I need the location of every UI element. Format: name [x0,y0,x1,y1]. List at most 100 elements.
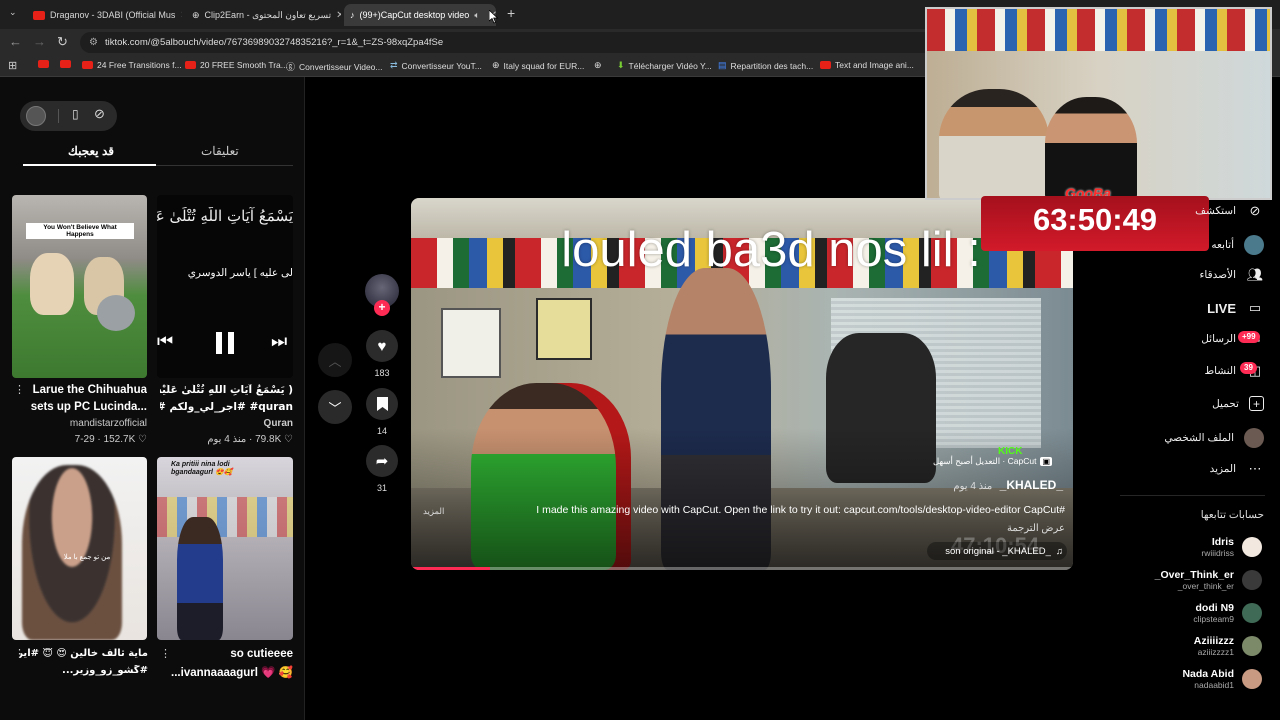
phone-icon[interactable]: ▯ [72,107,79,121]
profile-icon [1244,428,1264,448]
card-title[interactable]: so cutieeee [160,648,293,660]
bookmark-youtube[interactable] [60,60,71,68]
video-thumbnail[interactable]: You Won't Believe What Happens [12,195,147,378]
avatar [1242,669,1262,689]
card-title[interactable]: ماية ثالف خالين 😍 😇 #ايرال [20,648,148,659]
video-username[interactable]: _KHALED_ [1000,478,1063,492]
webcam-ceiling-flags [927,9,1270,51]
more-options-icon[interactable]: ⋮ [14,647,25,660]
download-icon: ⬇ [617,60,625,70]
card-likes: 79.8K [255,434,282,445]
bookmark-icon [376,397,388,411]
close-icon[interactable]: ✕ [180,10,182,21]
compass-icon[interactable]: ⊘ [94,106,105,122]
avatar[interactable] [26,106,46,126]
nav-explore[interactable]: ⊘ استكشف [1195,202,1264,220]
bookmark-item[interactable]: ⊕ Italy squad for EUR... [492,60,584,71]
share-button[interactable]: ➦ [366,445,398,477]
video-thumbnail[interactable]: Ka pritiii nina lodi bgandaagurl 😍🥰 [157,457,293,640]
bookmark-youtube[interactable] [38,60,49,68]
nav-more[interactable]: ⋯ المزيد [1210,460,1264,478]
nav-profile[interactable]: الملف الشخصي [1164,428,1264,448]
address-bar[interactable]: ⚙ tiktok.com/@5albouch/video/76736989032… [80,32,940,53]
nav-label: المزيد [1209,463,1236,475]
music-note-icon: ♫ [1055,545,1063,557]
bookmark-item[interactable]: Text and Image ani... [820,60,914,70]
globe-icon: ⊕ [594,60,602,70]
template-badge[interactable]: ▣ CapCut · التعديل أصبح أسهل [933,454,1063,469]
webcam-person-shape [939,89,1049,198]
card-title[interactable]: #گشو_زو_وزير... [20,665,148,676]
forward-arrow-icon[interactable]: → [33,34,46,49]
next-video-button[interactable]: ﹀ [318,390,352,424]
nav-upload[interactable]: + تحميل [1212,396,1264,411]
previous-video-button[interactable]: ︿ [318,343,352,377]
follow-plus-button[interactable]: + [374,300,390,316]
followed-account[interactable]: Idris rwiiidriss [1201,533,1262,561]
nav-following[interactable]: أتابعه [1211,235,1264,255]
card-date: 7-29 [74,434,95,445]
account-name: Aziiiizzz [1193,635,1234,647]
followed-account[interactable]: Nada Abid nadaabid1 [1182,665,1262,693]
next-icon: ⏭ [271,331,288,351]
followed-account[interactable]: dodi N9 clipsteam9 [1193,599,1262,627]
account-name: dodi N9 [1195,602,1235,614]
video-player[interactable]: louled ba3d nos lil : KICK ▣ CapCut · ال… [411,198,1073,570]
bookmark-label: Convertisseur Video... [299,61,383,72]
more-options-icon[interactable]: ⋮ [14,383,25,396]
more-link[interactable]: المزيد [423,506,444,517]
globe-icon: ⊕ [492,60,500,70]
followed-account[interactable]: _Over_Think_er _over_think_er [1155,566,1262,594]
card-title[interactable]: ( يَسْمَعُ آيَاتِ اللَّهِ تُتْلَىٰ عَلَي… [160,384,293,396]
sound-label: son original - _KHALED_ [945,545,1051,557]
nav-friends[interactable]: 👥︎ الأصدقاء [1200,266,1265,284]
reload-icon[interactable]: ↻ [57,34,68,50]
like-button[interactable]: ♥ [366,330,398,362]
progress-track[interactable] [411,567,1073,570]
bookmark-item[interactable]: 20 FREE Smooth Tra... [185,60,288,70]
bowl-shape [97,295,135,331]
video-thumbnail[interactable]: يَسْمَعُ آيَاتِ اللَّهِ تُتْلَىٰ عَلَيْ … [157,195,293,378]
nav-label: الرسائل [1201,333,1236,345]
webcam-overlay: GooBa [925,7,1272,200]
avatar [1242,603,1262,623]
tab-clip2earn[interactable]: ⊕ Clip2Earn - تسريع تعاون المحتوى ✕ [186,4,341,26]
card-title[interactable]: quran# #اجر_لي_ولكم #p... [160,401,293,413]
card-author[interactable]: Quran [157,418,293,429]
tab-you-may-like[interactable]: قد يعجبك [68,144,114,158]
sound-pill[interactable]: son original - _KHALED_ ♫ [927,542,1067,560]
close-icon[interactable]: ✕ [336,10,341,21]
docs-icon: ▤ [718,60,727,70]
card-title[interactable]: Larue the Chihuahua [12,384,147,396]
video-thumbnail[interactable]: من تو جمع با ملا [12,457,147,640]
apps-grid-icon[interactable]: ⊞ [8,59,17,72]
username-row[interactable]: _KHALED_ منذ 4 يوم [871,478,1063,492]
countdown-timer: 63:50:49 [981,196,1209,251]
speaker-icon[interactable]: 🔈︎ [474,10,479,21]
card-author[interactable]: mandistarzofficial [12,418,147,429]
more-options-icon[interactable]: ⋮ [160,647,171,660]
account-name: Nada Abid [1182,668,1234,680]
card-title[interactable]: ...ivannaaaagurl 💗 🥰 [160,665,293,679]
card-date: منذ 4 يوم [207,434,247,445]
bookmark-item[interactable]: ▤ Repartition des tach... [718,60,813,71]
tab-tiktok[interactable]: ♪ (99+)CapCut desktop video 🔈︎ ✕ [344,4,496,26]
tab-list-chevron-icon[interactable]: ⌄ [9,7,17,18]
tab-comments[interactable]: تعليقات [201,144,239,158]
bookmark-item[interactable]: 24 Free Transitions f... [82,60,182,70]
card-title[interactable]: ...sets up PC Lucinda [12,401,147,413]
nav-live[interactable]: ▭ LIVE [1207,299,1264,317]
save-button[interactable] [366,388,398,420]
followed-account[interactable]: Aziiiizzz aziiizzzz1 [1194,632,1262,660]
bookmark-item[interactable]: ⊕ [594,60,602,71]
heart-icon: ♥ [377,337,387,355]
tab-draganov[interactable]: Draganov - 3DABI (Official Mus ✕ [27,4,182,26]
nav-label: استكشف [1195,205,1236,217]
new-tab-button[interactable]: + [507,5,515,21]
bookmark-item[interactable]: ⇄ Convertisseur YouT... [390,60,482,71]
bookmark-item[interactable]: ⬇ Télécharger Vidéo Y... [617,60,712,71]
bookmark-label: Télécharger Vidéo Y... [628,60,712,71]
back-arrow-icon[interactable]: ← [9,34,22,49]
bookmark-item[interactable]: ⓖ Convertisseur Video... [286,60,382,73]
site-info-icon[interactable]: ⚙ [89,32,98,53]
